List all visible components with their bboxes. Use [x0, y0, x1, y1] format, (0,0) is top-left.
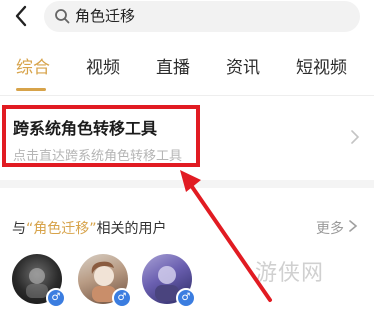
highlight-box [2, 105, 200, 167]
tab-live[interactable]: 直播 [156, 57, 190, 79]
male-icon: ♂ [46, 288, 66, 308]
related-users-title: 与“角色迁移”相关的用户 [12, 218, 167, 238]
title-suffix: 相关的用户 [96, 221, 167, 237]
search-input[interactable]: 角色迁移 [75, 6, 135, 26]
top-bar: 角色迁移 [0, 0, 374, 36]
tab-comprehensive[interactable]: 综合 [16, 57, 50, 79]
chevron-right-icon[interactable] [348, 220, 358, 232]
tab-short-video[interactable]: 短视频 [296, 57, 347, 79]
male-icon: ♂ [112, 288, 132, 308]
watermark: 游侠网 [255, 261, 325, 286]
back-arrow-icon[interactable] [10, 4, 34, 28]
more-link[interactable]: 更多 [316, 218, 344, 238]
title-keyword: “角色迁移” [26, 221, 97, 237]
section-gap [0, 180, 374, 188]
tab-video[interactable]: 视频 [86, 57, 120, 79]
tab-bar: 综合 视频 直播 资讯 短视频 [0, 40, 374, 96]
male-icon: ♂ [176, 288, 196, 308]
search-icon [55, 9, 70, 24]
active-tab-indicator [16, 88, 46, 91]
title-prefix: 与 [12, 221, 26, 237]
tab-news[interactable]: 资讯 [226, 57, 260, 79]
search-bar[interactable]: 角色迁移 [44, 1, 360, 32]
chevron-right-icon [351, 130, 360, 144]
